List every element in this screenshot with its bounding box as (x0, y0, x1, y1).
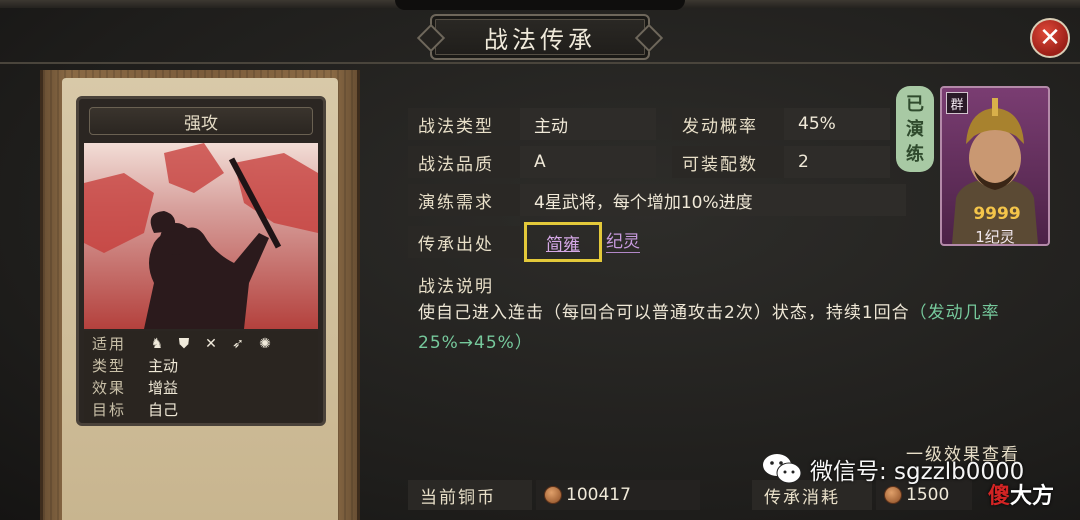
tactic-card: 强攻 适用 ♞ ⛊ ✕ ➶ ✺ 类型 主动 效果 增益 目标 自己 (76, 96, 326, 426)
copper-label: 当前铜币 (408, 480, 532, 510)
general-name: 1纪灵 (975, 228, 1015, 246)
shield-icon: ⛊ (178, 335, 190, 352)
star-rating: 9999 (973, 204, 1021, 224)
suitable-label: 适用 (92, 335, 127, 353)
brand-rest: 大方 (1010, 484, 1055, 509)
brand-watermark: 傻 大方 (988, 474, 1054, 514)
effect-row: 效果 增益 (92, 377, 178, 398)
warrior-silhouette-art (84, 143, 318, 329)
tactic-type-value: 主动 (520, 108, 656, 140)
description-title: 战法说明 (418, 277, 494, 297)
top-ornament (395, 0, 685, 10)
description-text: 使自己进入连击（每回合可以普通攻击2次）状态，持续1回合（发动几率25%→45%… (418, 298, 1048, 358)
target-row: 目标 自己 (92, 399, 178, 420)
type-value: 主动 (148, 357, 179, 375)
effect-value: 增益 (148, 379, 179, 397)
tactic-type-row: 战法类型 主动 (408, 108, 656, 140)
quality-row: 战法品质 A (408, 146, 656, 178)
drill-requirement-label: 演练需求 (408, 184, 520, 216)
stamp-char-2: 演 (906, 118, 924, 140)
tactic-type-label: 战法类型 (408, 108, 520, 140)
origin-general-link-1[interactable]: 简雍 (524, 222, 602, 262)
copper-value-box: 100417 (536, 480, 700, 510)
header-divider (0, 62, 1080, 64)
stamp-char-3: 练 (906, 143, 924, 165)
quality-value: A (520, 146, 656, 178)
troop-icons: ♞ ⛊ ✕ ➶ ✺ (148, 335, 274, 353)
bow-icon: ✕ (205, 335, 217, 352)
origin-general-link-2[interactable]: 纪灵 (606, 227, 640, 253)
drilled-stamp: 已 演 练 (896, 86, 934, 172)
origin-label: 传承出处 (408, 226, 520, 258)
drill-requirement-row: 演练需求 4星武将，每个增加10%进度 (408, 184, 906, 216)
equip-count-label: 可装配数 (672, 146, 784, 178)
tactic-card-art (84, 143, 318, 329)
copper-coin-icon (544, 486, 562, 504)
equip-count-value: 2 (784, 146, 890, 178)
window-title: 战法传承 (484, 25, 596, 54)
window-title-bar: 战法传承 (430, 14, 650, 60)
cavalry-icon: ♞ (150, 335, 164, 352)
tactic-card-info: 适用 ♞ ⛊ ✕ ➶ ✺ 类型 主动 效果 增益 目标 自己 (84, 331, 318, 423)
trigger-rate-value: 45% (784, 108, 890, 140)
wechat-icon (763, 454, 802, 484)
equip-count-row: 可装配数 2 (672, 146, 890, 178)
trigger-rate-row: 发动概率 45% (672, 108, 890, 140)
tactic-card-title: 强攻 (89, 107, 313, 135)
quality-label: 战法品质 (408, 146, 520, 178)
brand-first-char: 傻 (988, 484, 1011, 509)
general-portrait[interactable]: 群 9999 1纪灵 (940, 86, 1050, 246)
description-body: 使自己进入连击（每回合可以普通攻击2次）状态，持续1回合 (418, 303, 910, 323)
stamp-char-1: 已 (906, 93, 924, 115)
effect-label: 效果 (92, 379, 127, 397)
spear-icon: ➶ (232, 335, 244, 352)
faction-tag: 群 (946, 92, 968, 114)
type-row: 类型 主动 (92, 355, 178, 376)
close-icon: ✕ (1039, 23, 1061, 53)
copper-value: 100417 (566, 485, 631, 505)
type-label: 类型 (92, 357, 127, 375)
trigger-rate-label: 发动概率 (672, 108, 784, 140)
drill-requirement-value: 4星武将，每个增加10%进度 (520, 184, 906, 216)
target-value: 自己 (148, 401, 179, 419)
origin-row: 传承出处 (408, 226, 520, 258)
wechat-watermark: 微信号: sgzzlb0000 (762, 446, 1024, 492)
suitable-row: 适用 ♞ ⛊ ✕ ➶ ✺ (92, 333, 274, 354)
close-button[interactable]: ✕ (1030, 18, 1070, 58)
target-label: 目标 (92, 401, 127, 419)
wheel-icon: ✺ (259, 335, 271, 352)
